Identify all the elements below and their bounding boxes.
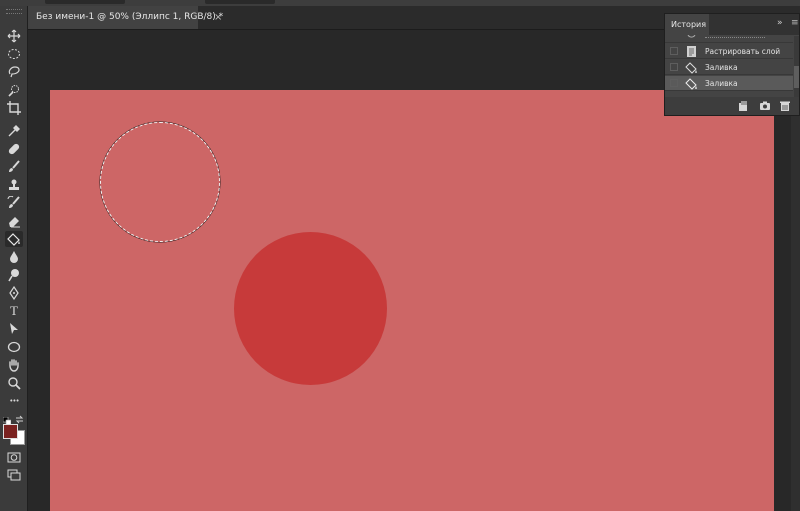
- lasso-icon[interactable]: [5, 64, 23, 80]
- clone-stamp-icon[interactable]: [5, 177, 23, 193]
- type-icon-glyph: T: [10, 303, 18, 318]
- document-tab[interactable]: Без имени-1 @ 50% (Эллипс 1, RGB/8) *: [28, 6, 223, 29]
- close-tab-icon[interactable]: ×: [214, 13, 222, 23]
- eyedropper-icon[interactable]: [5, 123, 23, 139]
- healing-brush-icon[interactable]: [5, 141, 23, 157]
- history-panel-footer: [665, 97, 799, 115]
- screen-mode-icon[interactable]: [5, 467, 23, 483]
- options-field[interactable]: [205, 0, 275, 4]
- quick-mask-icon[interactable]: [5, 449, 23, 465]
- ellipse-selection-marquee[interactable]: [100, 122, 220, 242]
- more-icon-glyph: •••: [9, 397, 19, 405]
- document-icon: [687, 46, 696, 57]
- history-panel: История » ≡ Растрировать слой Заливка За…: [664, 13, 800, 116]
- history-scrollbar[interactable]: [794, 36, 799, 98]
- paint-bucket-icon: [685, 62, 697, 74]
- dodge-icon[interactable]: [5, 267, 23, 283]
- history-item-label: Растрировать слой: [705, 47, 781, 56]
- move-icon[interactable]: [5, 28, 23, 44]
- hand-icon[interactable]: [5, 357, 23, 373]
- history-row[interactable]: Заливка: [665, 60, 793, 75]
- pen-icon[interactable]: [5, 285, 23, 301]
- history-brush-icon[interactable]: [5, 195, 23, 211]
- crop-icon[interactable]: [5, 100, 23, 116]
- snapshot-camera-icon[interactable]: [759, 100, 771, 112]
- toolbar-grip[interactable]: [6, 9, 22, 14]
- zoom-icon[interactable]: [5, 375, 23, 391]
- more-icon[interactable]: •••: [5, 393, 23, 409]
- filled-ellipse[interactable]: [234, 232, 387, 385]
- history-item-label: Заливка: [705, 79, 738, 88]
- path-selection-icon[interactable]: [5, 321, 23, 337]
- history-brush-source-checkbox[interactable]: [670, 63, 678, 71]
- ellipse-tool-icon[interactable]: [5, 339, 23, 355]
- default-colors-icon[interactable]: [2, 410, 12, 426]
- brush-icon[interactable]: [5, 159, 23, 175]
- tools-panel: T •••: [0, 6, 28, 511]
- quick-selection-icon[interactable]: [5, 82, 23, 98]
- collapse-panel-icon[interactable]: »: [777, 18, 783, 28]
- paint-bucket-icon[interactable]: [5, 231, 23, 247]
- panel-menu-icon[interactable]: ≡: [791, 18, 799, 28]
- ellipse-marquee-icon[interactable]: [5, 46, 23, 62]
- foreground-color-swatch[interactable]: [3, 424, 18, 439]
- history-brush-source-checkbox[interactable]: [670, 79, 678, 87]
- paint-bucket-icon: [685, 78, 697, 90]
- panel-dock-edge: [791, 116, 800, 511]
- tab-history[interactable]: История: [665, 14, 709, 35]
- options-field[interactable]: [45, 0, 125, 4]
- history-row-selected[interactable]: Заливка: [665, 76, 793, 91]
- history-brush-source-checkbox[interactable]: [670, 47, 678, 55]
- history-row[interactable]: Растрировать слой: [665, 44, 793, 59]
- swap-colors-icon[interactable]: [15, 409, 24, 424]
- history-panel-tabbar: История » ≡: [665, 14, 799, 35]
- new-document-from-state-icon[interactable]: [737, 100, 749, 112]
- trash-icon[interactable]: [779, 100, 791, 112]
- blur-icon[interactable]: [5, 249, 23, 265]
- type-icon[interactable]: T: [5, 303, 23, 319]
- eraser-icon[interactable]: [5, 213, 23, 229]
- history-row-partial[interactable]: [665, 35, 793, 43]
- history-scrollbar-thumb[interactable]: [794, 66, 799, 88]
- history-item-label: Заливка: [705, 63, 738, 72]
